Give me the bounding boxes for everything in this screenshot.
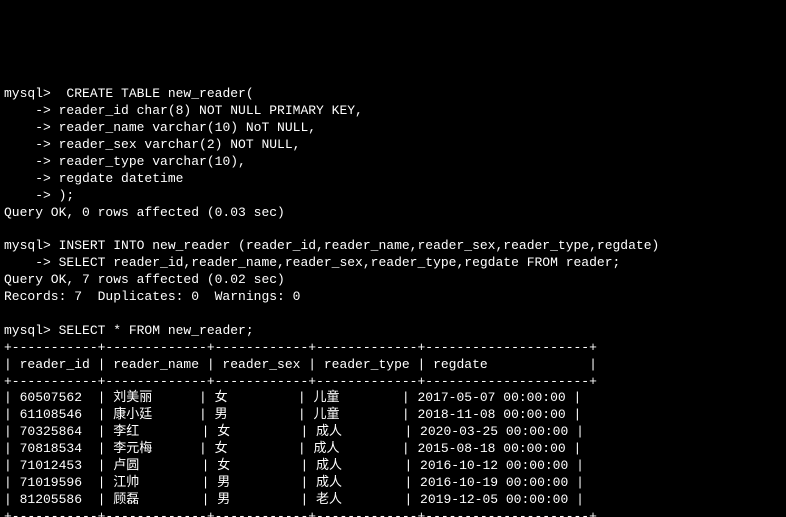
- sql-create-line5: reader_type varchar(10),: [51, 154, 246, 169]
- query-result: Query OK, 0 rows affected (0.03 sec): [4, 205, 285, 220]
- sql-insert-line1: INSERT INTO new_reader (reader_id,reader…: [51, 238, 660, 253]
- table-border: +-----------+-------------+------------+…: [4, 509, 597, 517]
- continuation: ->: [4, 120, 51, 135]
- sql-create-line7: );: [51, 188, 74, 203]
- continuation: ->: [4, 137, 51, 152]
- table-border: +-----------+-------------+------------+…: [4, 374, 597, 389]
- continuation: ->: [4, 188, 51, 203]
- continuation: ->: [4, 154, 51, 169]
- query-result: Query OK, 7 rows affected (0.02 sec): [4, 272, 285, 287]
- continuation: ->: [4, 171, 51, 186]
- query-result: Records: 7 Duplicates: 0 Warnings: 0: [4, 289, 300, 304]
- sql-create-line6: regdate datetime: [51, 171, 184, 186]
- table-row: | 70325864 | 李红 | 女 | 成人 | 2020-03-25 00…: [4, 424, 584, 439]
- table-border: +-----------+-------------+------------+…: [4, 340, 597, 355]
- table-row: | 61108546 | 康小廷 | 男 | 儿童 | 2018-11-08 0…: [4, 407, 581, 422]
- table-header: | reader_id | reader_name | reader_sex |…: [4, 357, 597, 372]
- table-row: | 81205586 | 顾磊 | 男 | 老人 | 2019-12-05 00…: [4, 492, 584, 507]
- table-row: | 70818534 | 李元梅 | 女 | 成人 | 2015-08-18 0…: [4, 441, 581, 456]
- sql-create-line3: reader_name varchar(10) NoT NULL,: [51, 120, 316, 135]
- prompt: mysql>: [4, 238, 51, 253]
- table-row: | 71019596 | 江帅 | 男 | 成人 | 2016-10-19 00…: [4, 475, 584, 490]
- sql-insert-line2: SELECT reader_id,reader_name,reader_sex,…: [51, 255, 621, 270]
- mysql-terminal[interactable]: mysql> CREATE TABLE new_reader( -> reade…: [0, 84, 786, 517]
- sql-create-line2: reader_id char(8) NOT NULL PRIMARY KEY,: [51, 103, 363, 118]
- sql-create-line4: reader_sex varchar(2) NOT NULL,: [51, 137, 301, 152]
- sql-select-line1: SELECT * FROM new_reader;: [51, 323, 254, 338]
- prompt: mysql>: [4, 323, 51, 338]
- table-row: | 71012453 | 卢圆 | 女 | 成人 | 2016-10-12 00…: [4, 458, 584, 473]
- prompt: mysql>: [4, 86, 51, 101]
- sql-create-line1: CREATE TABLE new_reader(: [51, 86, 254, 101]
- table-row: | 60507562 | 刘美丽 | 女 | 儿童 | 2017-05-07 0…: [4, 390, 581, 405]
- continuation: ->: [4, 255, 51, 270]
- continuation: ->: [4, 103, 51, 118]
